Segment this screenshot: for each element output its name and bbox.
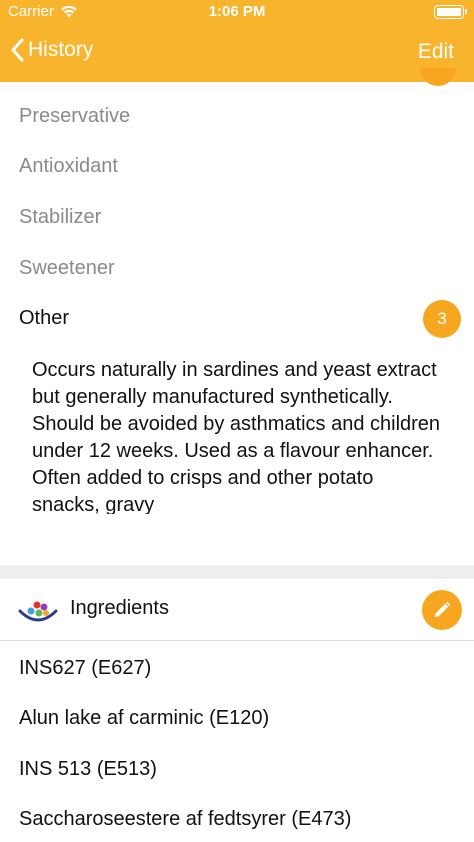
- pencil-icon: [435, 601, 451, 617]
- status-time: 1:06 PM: [208, 3, 266, 20]
- category-sweetener[interactable]: Sweetener: [19, 257, 115, 280]
- ingredients-title: Ingredients: [70, 597, 169, 619]
- ingredient-item[interactable]: Alun lake af carminic (E120): [19, 707, 269, 730]
- ingredients-header: Ingredients: [0, 579, 474, 641]
- battery-icon: [434, 5, 467, 19]
- ingredient-item[interactable]: INS627 (E627): [19, 657, 151, 680]
- ingredient-item[interactable]: Saccharoseestere af fedtsyrer (E473): [19, 808, 351, 831]
- category-preservative[interactable]: Preservative: [19, 105, 130, 128]
- category-stabilizer[interactable]: Stabilizer: [19, 206, 101, 229]
- back-button[interactable]: History: [10, 38, 93, 62]
- section-divider: [0, 565, 474, 579]
- back-label: History: [28, 38, 94, 61]
- category-other[interactable]: Other: [19, 307, 69, 330]
- scrolled-badge: [420, 68, 456, 86]
- ingredient-item[interactable]: INS 513 (E513): [19, 758, 157, 781]
- category-antioxidant[interactable]: Antioxidant: [19, 155, 118, 178]
- edit-button[interactable]: Edit: [418, 40, 454, 64]
- navigation-bar: History Edit: [0, 24, 474, 82]
- additive-description: Occurs naturally in sardines and yeast e…: [32, 359, 441, 514]
- edit-ingredients-button[interactable]: [422, 590, 462, 630]
- bowl-icon: [18, 601, 58, 622]
- chevron-left-icon: [11, 38, 24, 62]
- count-badge: 3: [423, 300, 461, 338]
- status-bar: Carrier 1:06 PM: [0, 0, 474, 24]
